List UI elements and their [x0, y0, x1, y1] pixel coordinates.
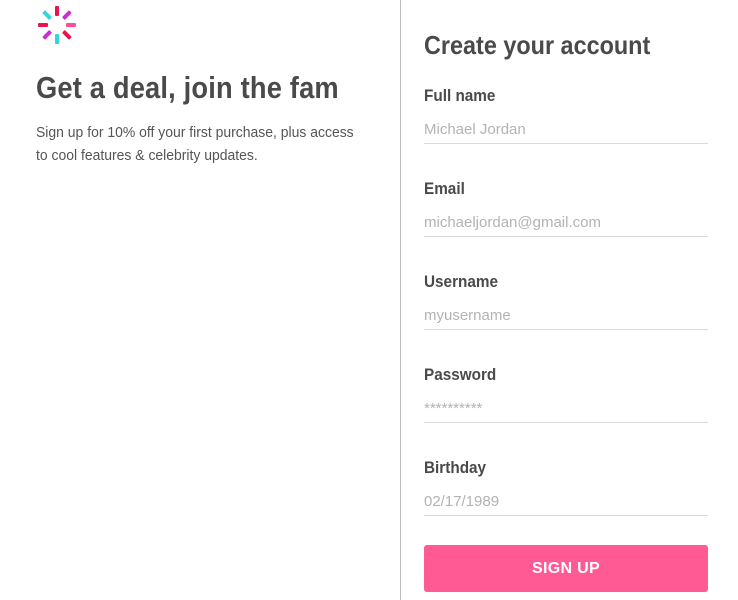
full-name-input[interactable] [424, 116, 708, 144]
birthday-field-group: Birthday [424, 456, 708, 516]
email-label: Email [424, 179, 465, 198]
promo-description: Sign up for 10% off your first purchase,… [36, 124, 354, 164]
password-input[interactable] [424, 395, 708, 423]
full-name-field-group: Full name [424, 84, 708, 144]
promo-panel: Get a deal, join the fam Sign up for 10%… [0, 0, 401, 600]
birthday-label: Birthday [424, 458, 487, 477]
promo-headline: Get a deal, join the fam [36, 70, 339, 105]
email-field-group: Email [424, 177, 708, 237]
birthday-input[interactable] [424, 488, 708, 516]
password-field-group: Password [424, 363, 708, 423]
signup-form-panel: Create your account Full name Email User… [402, 0, 738, 600]
username-label: Username [424, 272, 498, 291]
username-input[interactable] [424, 302, 708, 330]
email-input[interactable] [424, 209, 708, 237]
form-title: Create your account [424, 30, 651, 60]
password-label: Password [424, 365, 497, 384]
username-field-group: Username [424, 270, 708, 330]
sign-up-button[interactable]: SIGN UP [424, 545, 708, 592]
full-name-label: Full name [424, 86, 496, 105]
sunburst-logo-icon [38, 6, 76, 44]
